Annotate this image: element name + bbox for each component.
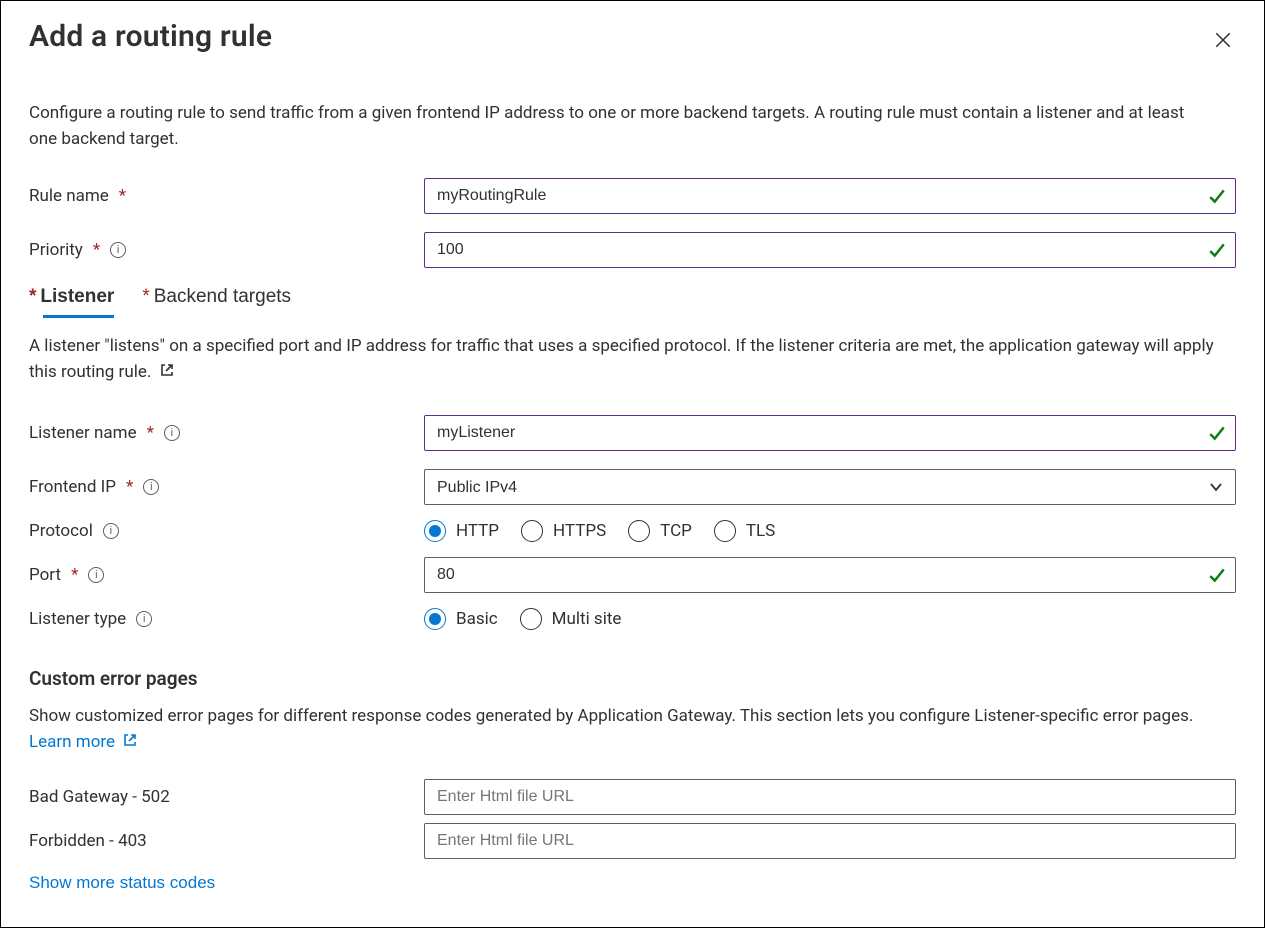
tabs: *Listener *Backend targets	[29, 286, 1236, 316]
external-link-icon	[160, 360, 174, 374]
tab-backend-targets[interactable]: *Backend targets	[142, 286, 291, 316]
check-icon	[1208, 241, 1226, 259]
show-more-status-codes-link[interactable]: Show more status codes	[29, 873, 215, 893]
listener-type-label: Listener type	[29, 609, 424, 629]
listener-type-basic-radio[interactable]: Basic	[424, 608, 498, 630]
bad-gateway-label: Bad Gateway - 502	[29, 787, 424, 807]
frontend-ip-select[interactable]: Public IPv4	[424, 469, 1236, 505]
check-icon	[1208, 424, 1226, 442]
frontend-ip-label: Frontend IP*	[29, 477, 424, 497]
intro-text: Configure a routing rule to send traffic…	[29, 101, 1209, 152]
info-icon[interactable]	[164, 425, 180, 441]
listener-name-input[interactable]	[424, 415, 1236, 451]
listener-type-multi-radio[interactable]: Multi site	[520, 608, 622, 630]
rule-name-label: Rule name*	[29, 186, 424, 206]
protocol-radio-group: HTTP HTTPS TCP TLS	[424, 513, 1236, 549]
port-input[interactable]	[424, 557, 1236, 593]
forbidden-label: Forbidden - 403	[29, 831, 424, 851]
priority-label: Priority*	[29, 240, 424, 260]
close-button[interactable]	[1210, 27, 1236, 56]
info-icon[interactable]	[110, 242, 126, 258]
forbidden-url-input[interactable]	[424, 823, 1236, 859]
port-label: Port*	[29, 565, 424, 585]
protocol-tls-radio[interactable]: TLS	[714, 520, 775, 542]
protocol-tcp-radio[interactable]: TCP	[628, 520, 692, 542]
check-icon	[1208, 566, 1226, 584]
info-icon[interactable]	[88, 567, 104, 583]
page-title: Add a routing rule	[29, 19, 272, 54]
tab-listener[interactable]: *Listener	[29, 286, 114, 316]
listener-description: A listener "listens" on a specified port…	[29, 334, 1229, 385]
rule-name-input[interactable]	[424, 178, 1236, 214]
info-icon[interactable]	[136, 611, 152, 627]
bad-gateway-url-input[interactable]	[424, 779, 1236, 815]
protocol-http-radio[interactable]: HTTP	[424, 520, 499, 542]
listener-name-label: Listener name*	[29, 423, 424, 443]
custom-error-title: Custom error pages	[29, 667, 1236, 690]
custom-error-desc: Show customized error pages for differen…	[29, 704, 1229, 755]
priority-input[interactable]	[424, 232, 1236, 268]
info-icon[interactable]	[103, 523, 119, 539]
check-icon	[1208, 187, 1226, 205]
external-link-icon	[123, 730, 137, 744]
info-icon[interactable]	[143, 479, 159, 495]
learn-more-link[interactable]: Learn more	[29, 732, 137, 752]
protocol-https-radio[interactable]: HTTPS	[521, 520, 606, 542]
protocol-label: Protocol	[29, 521, 424, 541]
listener-type-radio-group: Basic Multi site	[424, 601, 1236, 637]
close-icon	[1214, 37, 1232, 52]
